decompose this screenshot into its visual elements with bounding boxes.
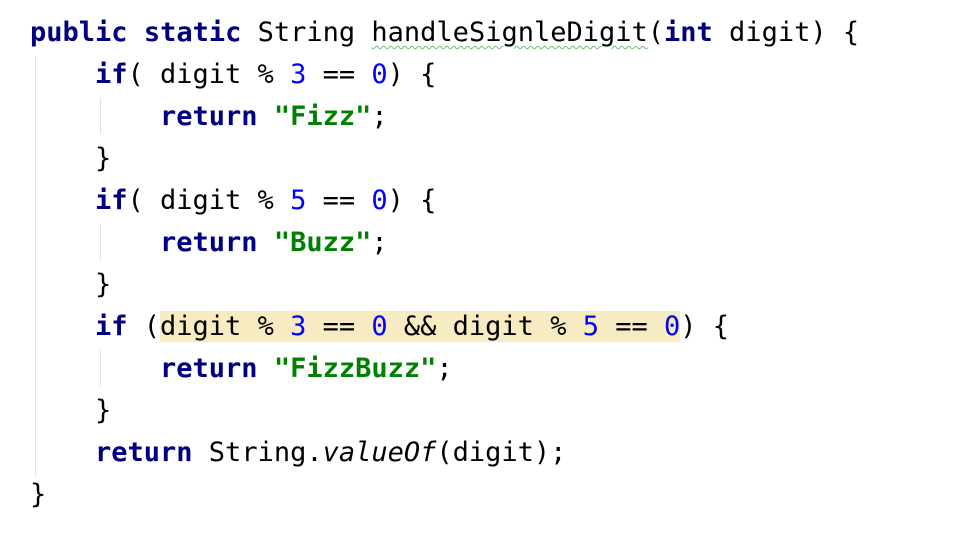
code-token: ;: [371, 227, 388, 258]
code-line[interactable]: if( digit % 5 == 0) {: [95, 180, 436, 222]
code-token: String: [241, 17, 372, 48]
code-token: }: [95, 143, 112, 174]
code-line[interactable]: if (digit % 3 == 0 && digit % 5 == 0) {: [95, 306, 729, 348]
code-line[interactable]: }: [95, 390, 111, 432]
code-token: ( digit %: [127, 185, 291, 216]
code-token: digit) {: [712, 17, 860, 48]
indent-guide: [100, 224, 101, 260]
code-line[interactable]: return "Buzz";: [160, 222, 388, 264]
number-literal: 0: [664, 311, 681, 342]
code-token: }: [30, 479, 47, 510]
keyword-token: return: [95, 437, 193, 468]
keyword-token: if: [95, 311, 128, 342]
code-token: ( digit %: [127, 59, 291, 90]
code-token: ) {: [387, 185, 437, 216]
code-token: (: [127, 311, 161, 342]
number-literal: 5: [582, 311, 599, 342]
keyword-token: public: [30, 17, 128, 48]
code-token: }: [95, 395, 112, 426]
code-token: && digit %: [387, 311, 583, 342]
code-token: String.: [192, 437, 323, 468]
string-literal: "Buzz": [273, 227, 372, 258]
code-token: (: [647, 17, 665, 48]
code-token: ;: [371, 101, 388, 132]
code-editor[interactable]: public static String handleSignleDigit(i…: [0, 0, 956, 544]
string-literal: "Fizz": [273, 101, 372, 132]
code-line[interactable]: }: [95, 264, 111, 306]
method-name: valueOf: [322, 437, 437, 468]
number-literal: 0: [371, 311, 388, 342]
code-line[interactable]: }: [95, 138, 111, 180]
number-literal: 3: [290, 59, 307, 90]
indent-guide: [35, 56, 36, 476]
code-token: ) {: [387, 59, 437, 90]
code-token: (digit);: [436, 437, 567, 468]
code-line[interactable]: return "Fizz";: [160, 96, 388, 138]
code-line[interactable]: return "FizzBuzz";: [160, 348, 453, 390]
indent-guide: [100, 350, 101, 386]
keyword-token: if: [95, 59, 128, 90]
number-literal: 0: [371, 185, 388, 216]
keyword-token: return: [160, 353, 258, 384]
number-literal: 0: [371, 59, 388, 90]
number-literal: 3: [290, 311, 307, 342]
keyword-token: return: [160, 101, 258, 132]
code-token: ==: [306, 311, 372, 342]
keyword-token: static: [143, 17, 242, 48]
code-token: ==: [598, 311, 665, 342]
code-token: ==: [306, 185, 372, 216]
code-token: ;: [436, 353, 453, 384]
keyword-token: if: [95, 185, 128, 216]
code-line[interactable]: return String.valueOf(digit);: [95, 432, 566, 474]
code-token: }: [95, 269, 112, 300]
code-line[interactable]: public static String handleSignleDigit(i…: [30, 12, 859, 54]
keyword-token: return: [160, 227, 258, 258]
indent-guide: [100, 98, 101, 134]
code-token: ) {: [680, 311, 730, 342]
keyword-token: int: [664, 17, 713, 48]
method-name-typo-warning: handleSignleDigit: [371, 17, 648, 48]
code-token: digit %: [160, 311, 291, 342]
code-line[interactable]: }: [30, 474, 46, 516]
code-line[interactable]: if( digit % 3 == 0) {: [95, 54, 436, 96]
string-literal: "FizzBuzz": [273, 353, 437, 384]
number-literal: 5: [290, 185, 307, 216]
code-token: ==: [306, 59, 372, 90]
